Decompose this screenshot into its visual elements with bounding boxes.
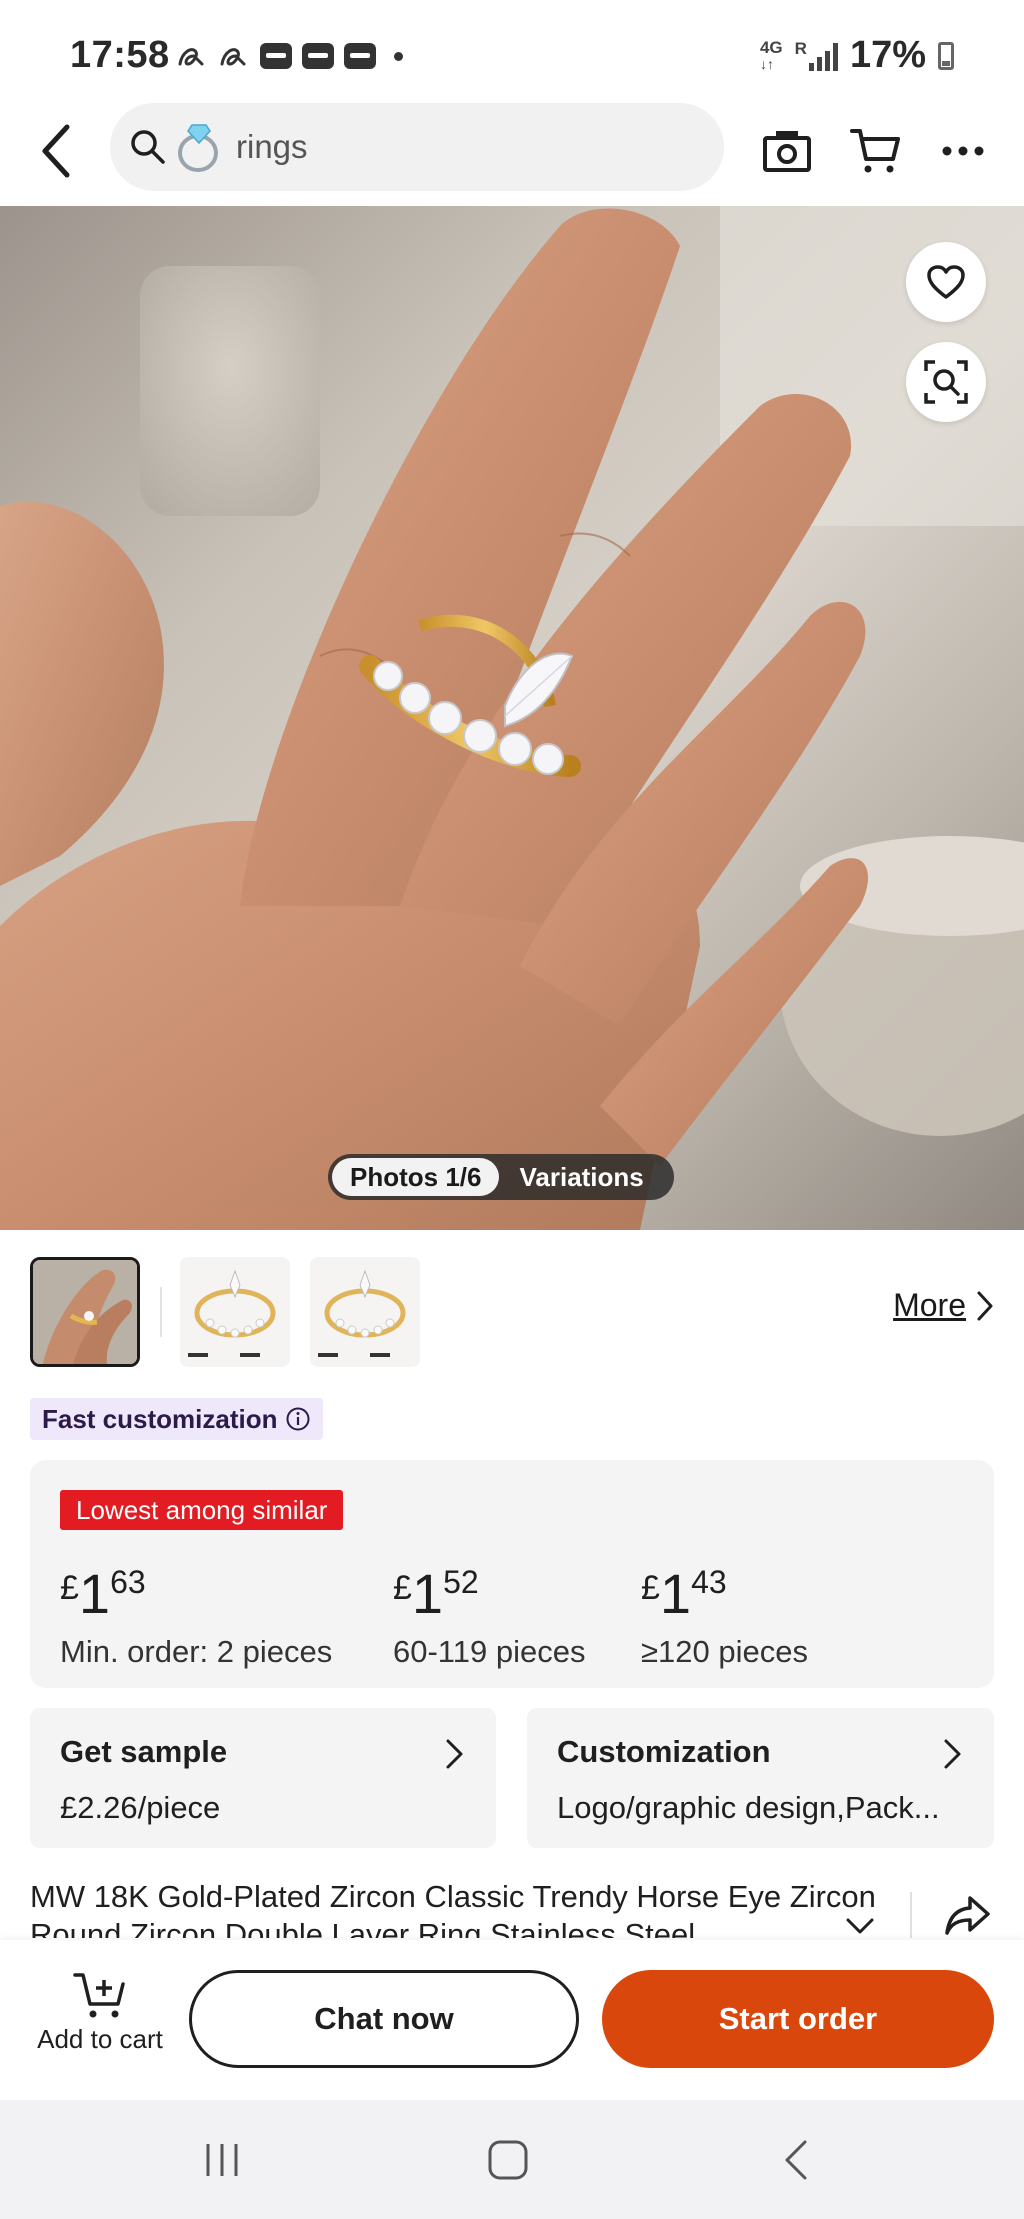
product-page: 17:58 4G ↓↑ R 17% rings Photos 1/6 Varia… bbox=[0, 0, 1024, 2219]
search-bar[interactable]: rings bbox=[110, 103, 724, 191]
status-time: 17:58 bbox=[70, 34, 170, 76]
customization-card[interactable]: Customization Logo/graphic design,Pack..… bbox=[527, 1708, 994, 1848]
thumbnail-hand-image bbox=[33, 1260, 137, 1364]
chevron-right-icon bbox=[446, 1739, 463, 1769]
chat-now-button[interactable]: Chat now bbox=[189, 1970, 579, 2068]
notification-icons bbox=[176, 40, 403, 72]
top-bar: rings bbox=[0, 100, 1024, 206]
data-arrows-icon: ↓↑ bbox=[759, 55, 774, 72]
fast-customization-badge[interactable]: Fast customization bbox=[30, 1398, 324, 1440]
start-order-button[interactable]: Start order bbox=[602, 1970, 994, 2068]
battery-icon bbox=[938, 41, 954, 70]
cart-icon bbox=[850, 129, 900, 173]
thumbnail-ring-image bbox=[310, 1257, 420, 1367]
notification-app-icon bbox=[260, 43, 292, 69]
thumbnail-divider bbox=[160, 1287, 162, 1337]
camera-icon bbox=[763, 131, 811, 172]
ring-icon bbox=[178, 124, 218, 172]
network-type: 4G ↓↑ bbox=[759, 37, 783, 72]
lowest-price-badge: Lowest among similar bbox=[60, 1490, 344, 1530]
network-label: 4G bbox=[759, 37, 783, 57]
image-search-button[interactable] bbox=[752, 116, 822, 186]
more-options-button[interactable] bbox=[928, 116, 998, 186]
home-icon bbox=[488, 2140, 528, 2180]
roaming-label: R bbox=[794, 38, 807, 58]
thumbnail-2[interactable] bbox=[180, 1257, 290, 1367]
heart-icon bbox=[927, 265, 965, 299]
favorite-button[interactable] bbox=[906, 242, 986, 322]
battery-percent: 17% bbox=[849, 34, 926, 76]
more-notifications-dot bbox=[394, 51, 403, 61]
hand-with-rings-image bbox=[0, 206, 1024, 1230]
back-arrow-icon bbox=[42, 124, 70, 178]
recent-apps-button[interactable] bbox=[192, 2135, 252, 2185]
product-title: MW 18K Gold-Plated Zircon Classic Trendy… bbox=[30, 1879, 876, 1938]
tab-variations[interactable]: Variations bbox=[499, 1158, 669, 1196]
price-tier-1: £163 Min. order: 2 pieces bbox=[60, 1552, 332, 1670]
chevron-down-icon[interactable] bbox=[838, 1912, 882, 1942]
add-cart-icon bbox=[73, 1973, 125, 2018]
thumbnail-1[interactable] bbox=[30, 1257, 140, 1367]
home-button[interactable] bbox=[478, 2135, 538, 2185]
gallery-tabs: Photos 1/6 Variations bbox=[328, 1154, 674, 1200]
notification-a-icon bbox=[218, 40, 250, 72]
info-icon bbox=[286, 1407, 310, 1431]
add-to-cart-label: Add to cart bbox=[37, 2024, 163, 2054]
product-title-container: MW 18K Gold-Plated Zircon Classic Trendy… bbox=[30, 1878, 890, 1938]
tab-photos[interactable]: Photos 1/6 bbox=[332, 1158, 500, 1196]
get-sample-price: £2.26/piece bbox=[60, 1790, 221, 1825]
get-sample-card[interactable]: Get sample £2.26/piece bbox=[30, 1708, 496, 1848]
tier-price: £152 bbox=[393, 1562, 479, 1625]
tier-price: £163 bbox=[60, 1562, 146, 1625]
notification-app-icon bbox=[302, 43, 334, 69]
more-label: More bbox=[893, 1287, 966, 1323]
bottom-action-bar: Add to cart Chat now Start order bbox=[0, 1940, 1024, 2100]
chevron-right-icon bbox=[944, 1739, 961, 1769]
thumbnail-ring-image bbox=[180, 1257, 290, 1367]
price-tier-3: £143 ≥120 pieces bbox=[641, 1552, 808, 1670]
notification-a-icon bbox=[176, 40, 208, 72]
customization-options: Logo/graphic design,Pack... bbox=[557, 1790, 940, 1825]
back-button[interactable] bbox=[22, 116, 92, 186]
tier-price: £143 bbox=[641, 1562, 727, 1625]
fast-customization-label: Fast customization bbox=[42, 1403, 278, 1434]
more-icon bbox=[942, 146, 984, 156]
title-divider bbox=[910, 1892, 912, 1938]
status-right: 4G ↓↑ R 17% bbox=[760, 34, 954, 77]
get-sample-title: Get sample bbox=[60, 1734, 228, 1769]
tier-quantity: ≥120 pieces bbox=[641, 1634, 808, 1669]
visual-search-button[interactable] bbox=[906, 342, 986, 422]
customization-title: Customization bbox=[557, 1734, 771, 1769]
tier-quantity: Min. order: 2 pieces bbox=[60, 1634, 333, 1669]
product-photo[interactable]: Photos 1/6 Variations bbox=[0, 206, 1024, 1230]
system-back-button[interactable] bbox=[766, 2135, 826, 2185]
tier-quantity: 60-119 pieces bbox=[393, 1634, 586, 1669]
more-photos-link[interactable]: More bbox=[893, 1287, 994, 1324]
notification-app-icon bbox=[344, 43, 376, 69]
signal-icon: R bbox=[794, 38, 838, 71]
search-icon bbox=[126, 125, 170, 169]
recent-apps-icon bbox=[206, 2144, 238, 2176]
cart-button[interactable] bbox=[840, 116, 910, 186]
price-tier-2: £152 60-119 pieces bbox=[393, 1552, 585, 1670]
search-query: rings bbox=[236, 128, 308, 165]
status-bar: 17:58 4G ↓↑ R 17% bbox=[0, 0, 1024, 100]
image-search-icon bbox=[924, 360, 968, 404]
share-icon[interactable] bbox=[942, 1888, 994, 1940]
system-back-icon bbox=[785, 2140, 807, 2180]
thumbnail-strip: More bbox=[30, 1257, 994, 1367]
add-to-cart-button[interactable]: Add to cart bbox=[20, 1970, 180, 2070]
thumbnail-3[interactable] bbox=[310, 1257, 420, 1367]
chevron-right-icon bbox=[977, 1291, 993, 1320]
system-navigation-bar bbox=[0, 2100, 1024, 2219]
price-tiers-card: Lowest among similar £163 Min. order: 2 … bbox=[30, 1460, 994, 1688]
